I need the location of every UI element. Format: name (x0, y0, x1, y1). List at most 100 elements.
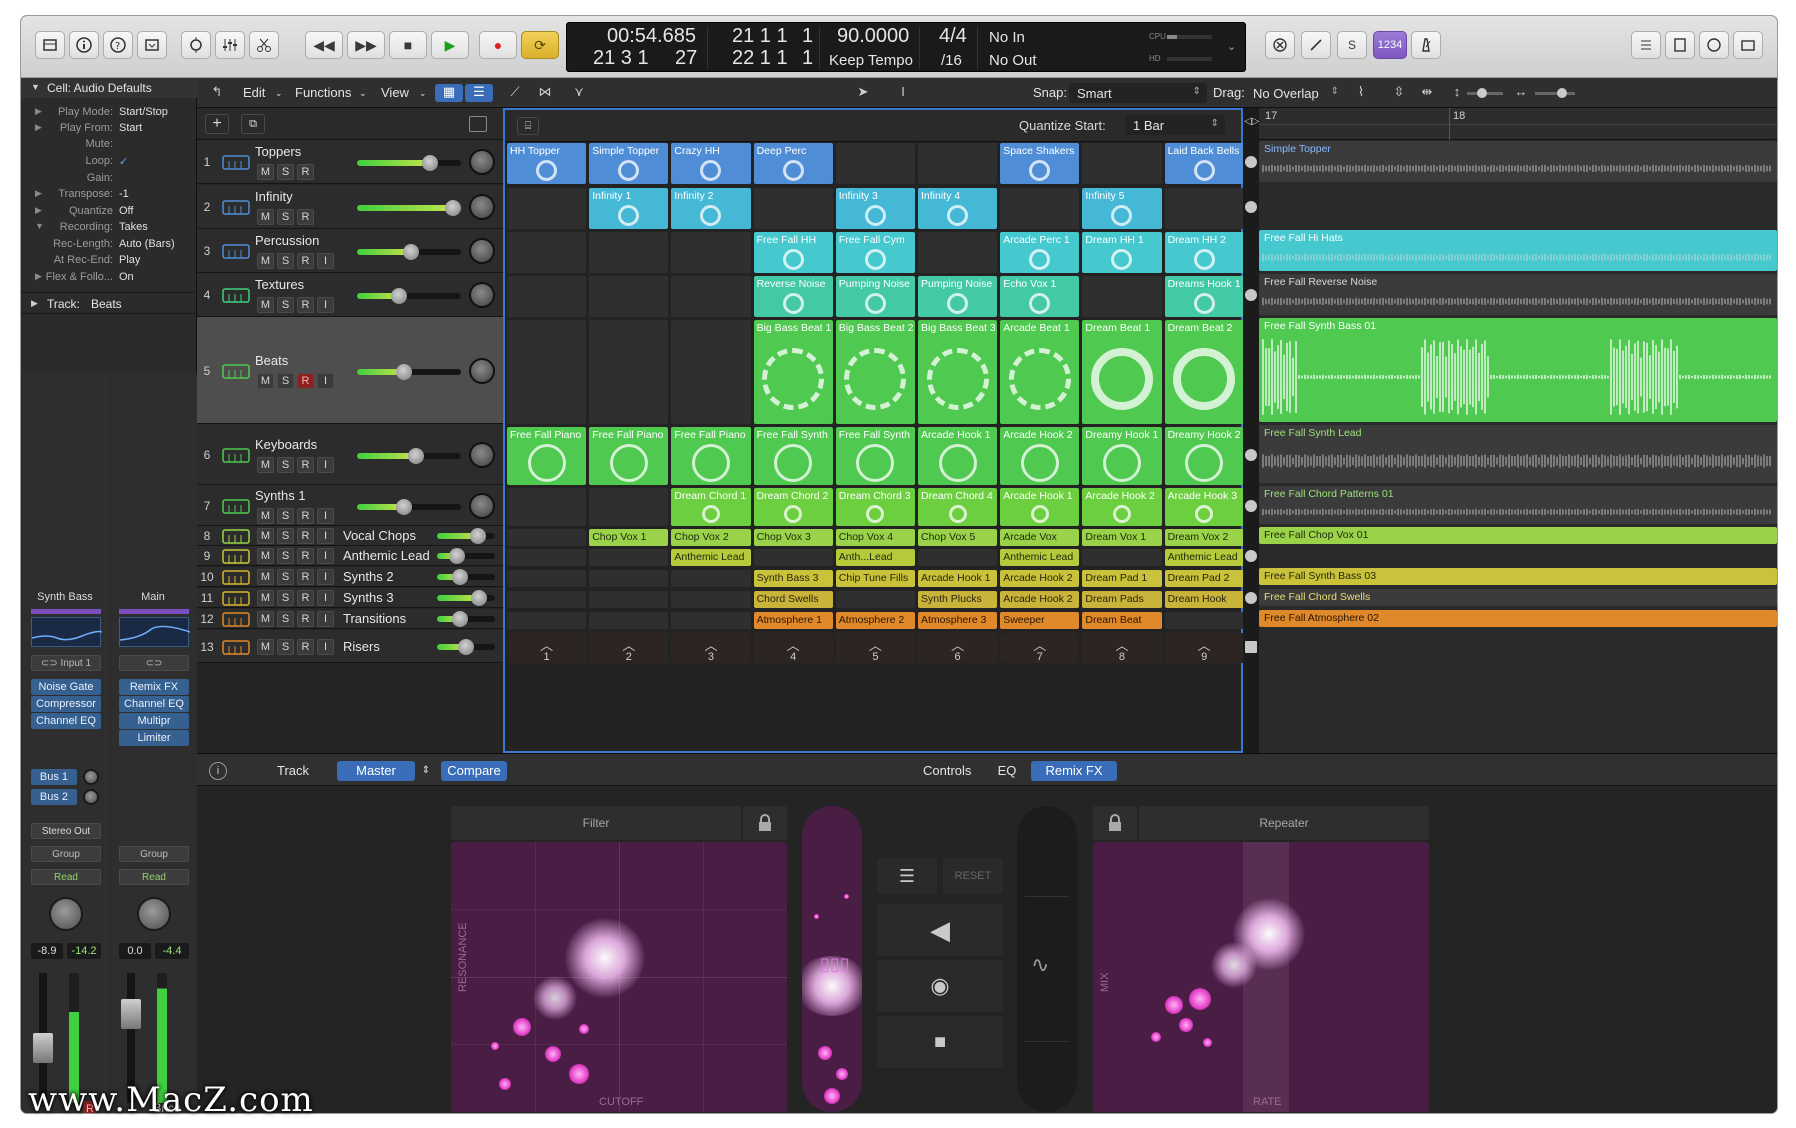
info-icon[interactable]: i (209, 762, 227, 780)
loop-cell[interactable]: Echo Vox 1 (1000, 276, 1080, 317)
loop-cell[interactable]: Big Bass Beat 2 (835, 320, 915, 424)
list-editors-icon[interactable] (1631, 31, 1661, 59)
gate-slider[interactable]: ▯▯▯ (802, 806, 862, 1112)
track-name[interactable]: Textures (255, 277, 304, 292)
toolbar-toggle-icon[interactable] (137, 31, 167, 59)
disclosure-closed-icon[interactable]: ▶ (35, 188, 42, 199)
plugin-channel-eq[interactable]: Channel EQ (119, 696, 189, 712)
empty-cell[interactable] (507, 612, 587, 629)
cycle-icon[interactable]: ⟳ (521, 31, 559, 59)
track-rec-button[interactable]: R (297, 507, 314, 524)
automation-mode[interactable]: Read (31, 869, 101, 885)
repeater-lock-icon[interactable] (1093, 806, 1137, 840)
disclosure-closed-icon[interactable]: ▶ (35, 205, 42, 216)
empty-cell[interactable] (507, 488, 587, 526)
scene-status-icon[interactable] (1245, 201, 1257, 213)
empty-cell[interactable] (753, 188, 833, 229)
track-rec-button[interactable]: R (297, 611, 314, 627)
track-pan-knob[interactable] (469, 492, 495, 519)
functions-menu[interactable]: Functions (295, 85, 351, 100)
region-inspector-header[interactable]: ▼ Cell: Audio Defaults (21, 78, 197, 98)
loop-cell[interactable]: Chord Swells (753, 591, 833, 608)
track-pan-knob[interactable] (469, 441, 495, 468)
empty-cell[interactable] (1082, 276, 1162, 317)
inspector-param-row[interactable]: Mute: (21, 138, 197, 156)
add-track-icon[interactable]: + (205, 114, 229, 134)
scene-status-icon[interactable] (1245, 550, 1257, 562)
loop-cell[interactable]: Big Bass Beat 3 (918, 320, 998, 424)
empty-cell[interactable] (589, 549, 669, 566)
track-input-mon-button[interactable]: I (317, 590, 334, 606)
loop-cell[interactable]: Chop Vox 3 (753, 529, 833, 546)
track-volume-fader[interactable] (357, 155, 461, 171)
plugin-multipressor[interactable]: Multipr (119, 713, 189, 729)
stop-icon[interactable]: ■ (389, 31, 427, 59)
loop-cell[interactable]: Chop Vox 1 (589, 529, 669, 546)
downsampler-slider[interactable]: ∿ (1017, 806, 1077, 1112)
loop-cell[interactable]: Infinity 1 (589, 188, 669, 229)
scene-trigger[interactable]: ︿ 7 (1000, 633, 1080, 663)
loop-cell[interactable]: Dream Pad 1 (1082, 570, 1162, 587)
smart-controls-icon[interactable] (181, 31, 211, 59)
track-solo-button[interactable]: S (277, 548, 294, 564)
automation-icon[interactable]: ⟋ (501, 84, 529, 102)
loop-cell[interactable]: Dream Chord 4 (918, 488, 998, 526)
scene-trigger[interactable]: ︿ 2 (589, 633, 669, 663)
fast-forward-icon[interactable]: ▶▶ (347, 31, 385, 59)
plugin-limiter[interactable]: Limiter (119, 730, 189, 746)
track-pan-knob[interactable] (469, 282, 495, 308)
empty-cell[interactable] (589, 591, 669, 608)
loop-cell[interactable]: Chop Vox 2 (671, 529, 751, 546)
empty-cell[interactable] (1082, 143, 1162, 184)
loop-cell[interactable]: Arcade Hook 2 (1000, 570, 1080, 587)
loop-cell[interactable]: Dream Chord 2 (753, 488, 833, 526)
empty-cell[interactable] (835, 143, 915, 184)
track-mute-button[interactable]: M (257, 456, 274, 473)
track-volume-fader[interactable] (437, 611, 495, 627)
plugin-noise-gate[interactable]: Noise Gate (31, 679, 101, 695)
scene-trigger[interactable]: ︿ 4 (753, 633, 833, 663)
loop-cell[interactable]: Chip Tune Fills (835, 570, 915, 587)
track-input-mon-button[interactable]: I (317, 253, 334, 269)
play-icon[interactable]: ▶ (431, 31, 469, 59)
track-solo-button[interactable]: S (277, 456, 294, 473)
eq-thumbnail[interactable] (119, 617, 191, 647)
track-input-mon-button[interactable]: I (317, 548, 334, 564)
loop-cell[interactable]: Anthemic Lead (671, 549, 751, 566)
send-1-knob[interactable] (83, 769, 99, 785)
region[interactable]: Free Fall Reverse Noise (1259, 274, 1777, 315)
region[interactable]: Simple Topper (1259, 141, 1777, 182)
track-name[interactable]: Risers (343, 639, 380, 654)
ruler[interactable]: 17 18 (1259, 108, 1777, 140)
track-rec-button[interactable]: R (297, 164, 314, 180)
empty-cell[interactable] (589, 570, 669, 587)
loop-cell[interactable]: Arcade Hook 3 (1164, 488, 1244, 526)
inspector-icon[interactable] (69, 31, 99, 59)
count-in-icon[interactable]: 1234 (1373, 31, 1407, 59)
loop-cell[interactable]: Laid Back Bells (1164, 143, 1244, 184)
track-pan-knob[interactable] (469, 194, 495, 220)
pan-knob[interactable] (137, 897, 171, 931)
track-solo-button[interactable]: S (277, 507, 294, 524)
loop-cell[interactable]: Infinity 3 (835, 188, 915, 229)
track-mute-button[interactable]: M (257, 164, 274, 180)
track-input-mon-button[interactable]: I (317, 638, 334, 655)
inspector-param-value[interactable]: ✓ (119, 155, 128, 168)
inspector-param-row[interactable]: Loop: ✓ (21, 155, 197, 173)
compare-button[interactable]: Compare (441, 761, 507, 781)
track-volume-fader[interactable] (357, 244, 461, 260)
plugin-remix-fx[interactable]: Remix FX (119, 679, 189, 695)
track-mute-button[interactable]: M (257, 372, 274, 389)
output-slot[interactable]: Stereo Out (31, 823, 101, 839)
disclosure-closed-icon[interactable]: ▶ (31, 298, 38, 309)
loop-cell[interactable]: Dream Hook (1164, 591, 1244, 608)
loop-cell[interactable]: Deep Perc (753, 143, 833, 184)
track-name[interactable]: Toppers (255, 144, 301, 159)
loop-cell[interactable]: Infinity 2 (671, 188, 751, 229)
empty-cell[interactable] (671, 570, 751, 587)
loop-cell[interactable]: Free Fall HH (753, 232, 833, 273)
inspector-param-value[interactable]: Off (119, 205, 133, 217)
track-solo-button[interactable]: S (277, 164, 294, 180)
empty-cell[interactable] (671, 591, 751, 608)
track-mute-button[interactable]: M (257, 611, 274, 627)
